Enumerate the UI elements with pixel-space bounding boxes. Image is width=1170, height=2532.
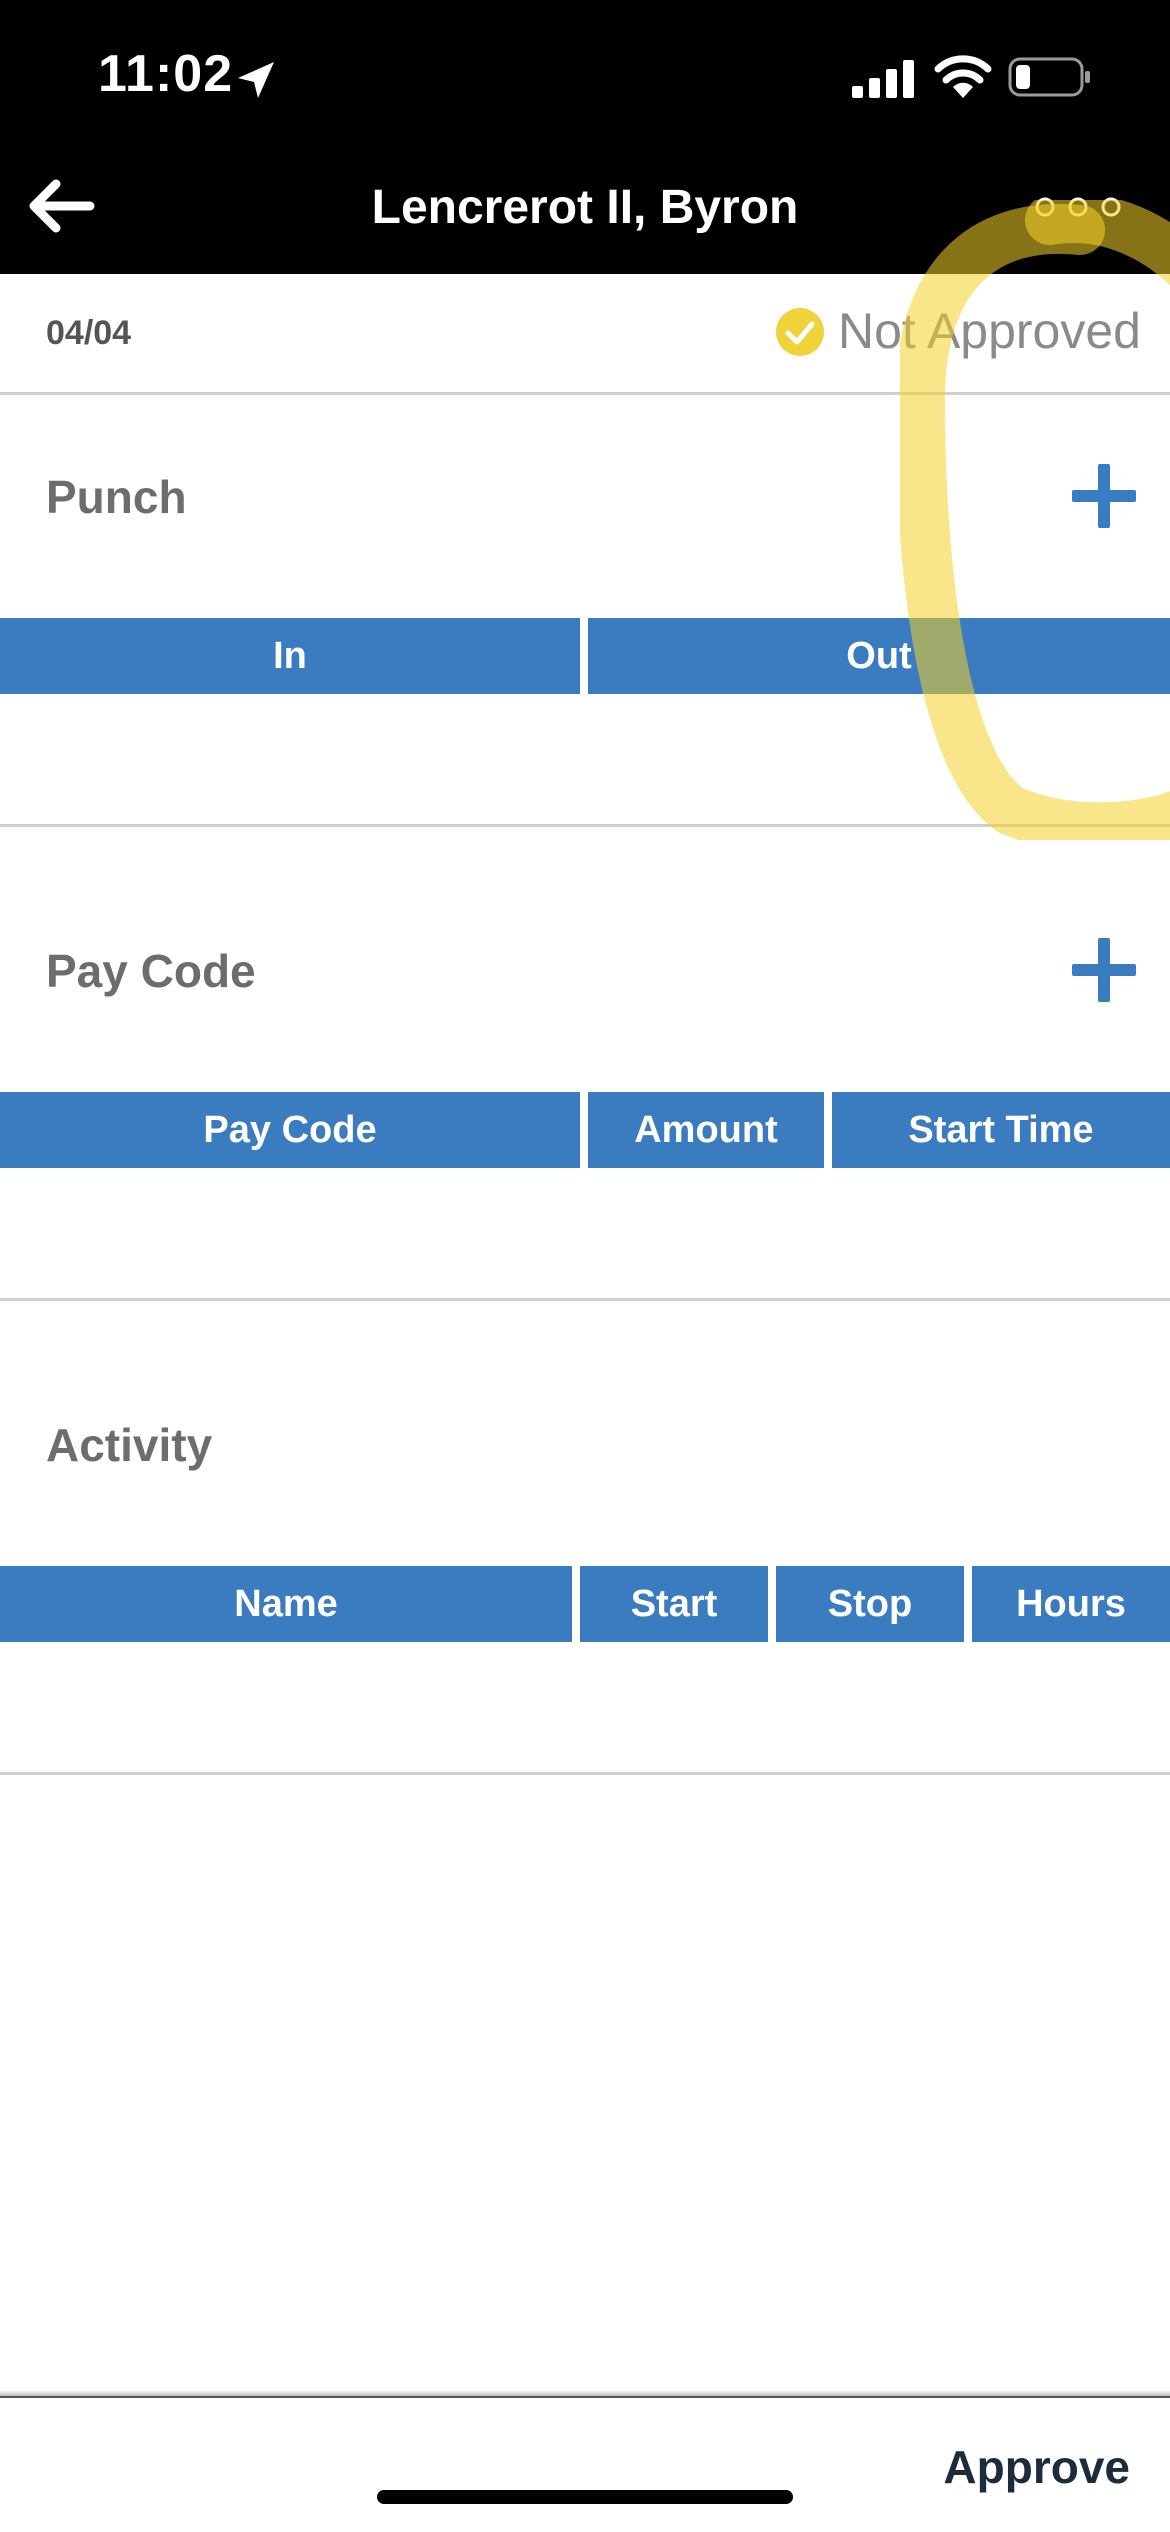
cellular-signal-icon [852, 60, 914, 98]
column-header-stop[interactable]: Stop [776, 1566, 964, 1642]
column-header-pay-code[interactable]: Pay Code [0, 1092, 580, 1168]
column-header-start[interactable]: Start [580, 1566, 768, 1642]
column-header-hours[interactable]: Hours [972, 1566, 1170, 1642]
home-indicator[interactable] [377, 2490, 793, 2504]
battery-icon [1008, 57, 1090, 97]
date-label: 04/04 [46, 314, 132, 352]
page-title: Lencrerot II, Byron [371, 181, 799, 234]
divider [0, 392, 1170, 395]
add-pay-code-icon[interactable] [1070, 936, 1138, 1004]
activity-section-title: Activity [46, 1419, 213, 1471]
column-header-name[interactable]: Name [0, 1566, 572, 1642]
approve-button[interactable]: Approve [943, 2440, 1130, 2494]
location-arrow-icon [238, 62, 274, 98]
divider [0, 824, 1170, 827]
top-bar: 11:02 Lencrerot II, Byron [0, 0, 1170, 274]
approval-status: Not Approved [838, 303, 1141, 359]
punch-table-header: In Out [0, 618, 1170, 694]
column-header-amount[interactable]: Amount [588, 1092, 824, 1168]
more-options-icon[interactable] [1034, 196, 1122, 218]
pay-code-section-title: Pay Code [46, 945, 256, 997]
column-header-start-time[interactable]: Start Time [832, 1092, 1170, 1168]
divider [0, 1298, 1170, 1301]
punch-section-title: Punch [46, 471, 187, 523]
column-header-out[interactable]: Out [588, 618, 1170, 694]
status-check-icon [776, 308, 824, 356]
add-punch-icon[interactable] [1070, 462, 1138, 530]
divider [0, 1772, 1170, 1775]
column-header-in[interactable]: In [0, 618, 580, 694]
bottom-bar-border [0, 2396, 1170, 2398]
pay-code-table-header: Pay Code Amount Start Time [0, 1092, 1170, 1168]
status-time: 11:02 [98, 45, 234, 103]
activity-table-header: Name Start Stop Hours [0, 1566, 1170, 1642]
wifi-icon [934, 55, 992, 98]
